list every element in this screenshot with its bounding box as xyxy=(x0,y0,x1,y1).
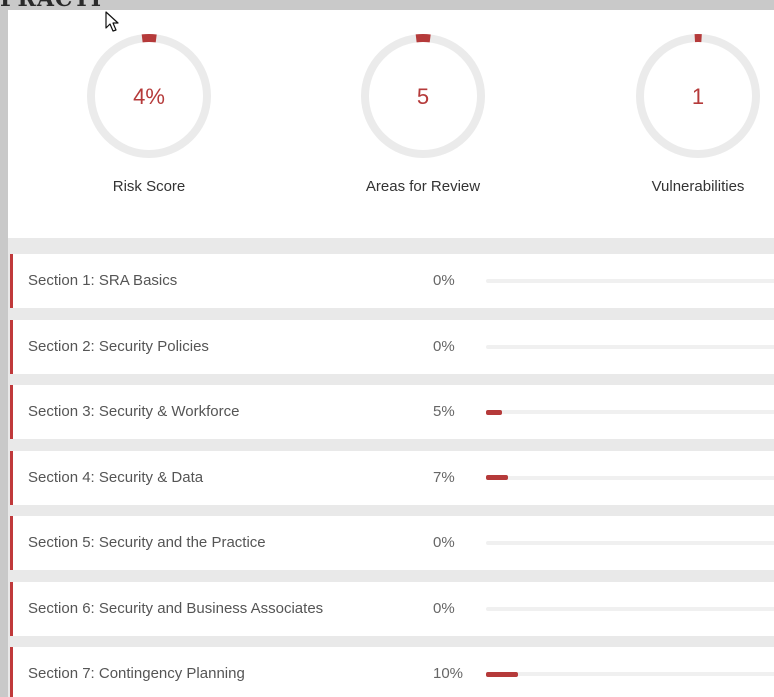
section-row-5[interactable]: Section 5: Security and the Practice 0% xyxy=(10,516,774,570)
summary-metrics: 4% Risk Score 5 Areas for Review 1 Vulne… xyxy=(8,10,774,238)
areas-for-review-value: 5 xyxy=(416,84,430,109)
section-name: Section 6: Security and Business Associa… xyxy=(28,599,324,617)
section-progress-fill xyxy=(486,409,502,415)
section-name: Section 2: Security Policies xyxy=(28,337,209,355)
section-progress-fill xyxy=(486,671,518,677)
section-progress-fill xyxy=(486,475,509,480)
sra-dashboard-panel: 4% Risk Score 5 Areas for Review 1 Vulne… xyxy=(8,10,774,697)
section-percent: 0% xyxy=(433,337,455,355)
section-progress-track xyxy=(486,344,774,349)
section-row-4[interactable]: Section 4: Security & Data 7% xyxy=(10,450,774,505)
vulnerabilities-label: Vulnerabilities xyxy=(651,178,745,195)
section-row-1[interactable]: Section 1: SRA Basics 0% xyxy=(10,254,774,308)
areas-for-review-metric: 5 Areas for Review xyxy=(323,32,523,212)
section-progress-track xyxy=(486,671,774,677)
section-progress-track xyxy=(486,475,774,480)
vulnerabilities-metric: 1 Vulnerabilities xyxy=(598,32,774,212)
section-row-6[interactable]: Section 6: Security and Business Associa… xyxy=(10,581,774,636)
section-percent: 0% xyxy=(433,599,455,617)
section-row-2[interactable]: Section 2: Security Policies 0% xyxy=(10,319,774,374)
header-strip: PRACTI xyxy=(0,0,774,10)
section-list: Section 1: SRA Basics 0% Section 2: Secu… xyxy=(8,238,774,697)
section-percent: 0% xyxy=(433,272,455,289)
areas-for-review-label: Areas for Review xyxy=(365,178,481,195)
section-percent: 5% xyxy=(433,403,455,420)
section-percent: 7% xyxy=(433,468,455,486)
section-name: Section 7: Contingency Planning xyxy=(28,665,245,682)
section-row-3[interactable]: Section 3: Security & Workforce 5% xyxy=(10,385,774,439)
vulnerabilities-value: 1 xyxy=(691,84,705,109)
clipped-header-text: PRACTI xyxy=(0,0,102,10)
section-percent: 10% xyxy=(433,665,464,682)
section-name: Section 4: Security & Data xyxy=(28,468,204,486)
section-progress-track xyxy=(486,606,774,611)
section-progress-track xyxy=(486,541,774,545)
section-percent: 0% xyxy=(433,534,455,551)
section-progress-track xyxy=(486,409,774,415)
risk-score-metric: 4% Risk Score xyxy=(49,32,249,212)
section-progress-track xyxy=(486,279,774,283)
risk-score-value: 4% xyxy=(133,84,165,109)
section-name: Section 5: Security and the Practice xyxy=(28,534,266,551)
risk-score-label: Risk Score xyxy=(112,178,186,195)
mouse-pointer-icon xyxy=(105,11,119,32)
section-row-7[interactable]: Section 7: Contingency Planning 10% xyxy=(10,647,774,697)
section-name: Section 3: Security & Workforce xyxy=(28,403,240,420)
app-window: PRACTI 4% Risk Score 5 Areas for Review xyxy=(0,0,774,697)
section-name: Section 1: SRA Basics xyxy=(28,272,178,289)
